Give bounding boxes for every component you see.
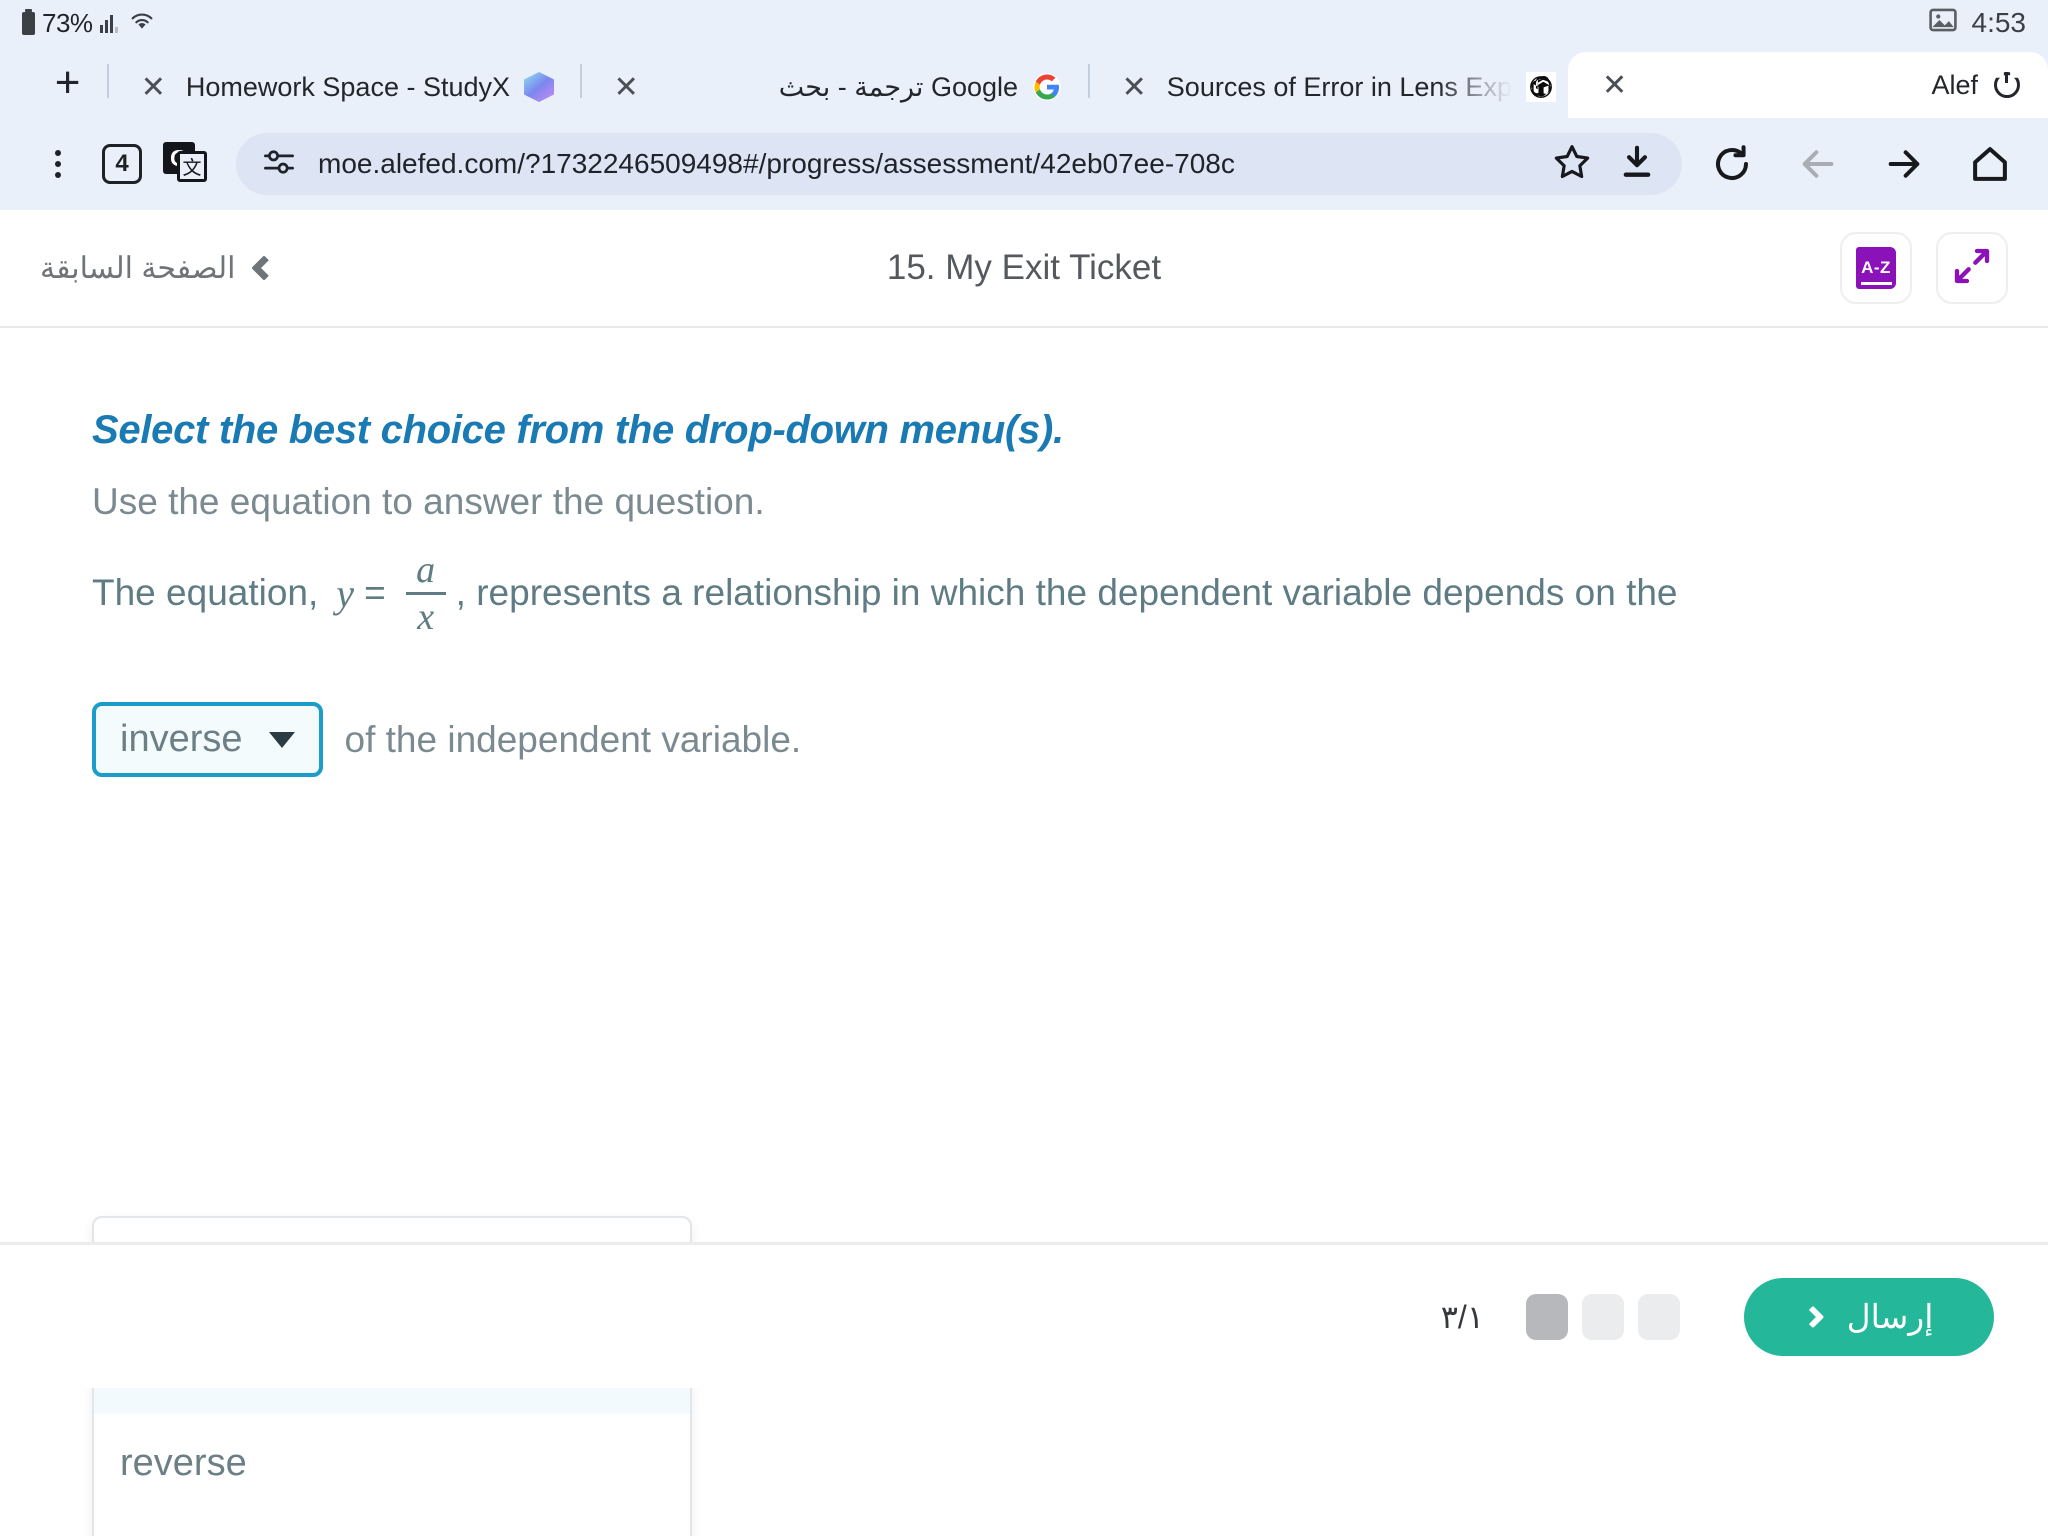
question-footer: ٣/١ إرسال <box>0 1242 2048 1388</box>
tab-title: Homework Space - StudyX <box>185 71 511 102</box>
stem-after: , represents a relationship in which the… <box>455 572 1678 614</box>
browser-tab-homework-space[interactable]: ✕ Homework Space - StudyX <box>123 56 566 118</box>
previous-page-label: الصفحة السابقة <box>40 251 236 285</box>
tab-divider <box>1088 64 1090 98</box>
chevron-right-icon <box>1801 1305 1824 1328</box>
dropdown-selected-value: inverse <box>120 718 243 760</box>
tab-strip: + ✕ Homework Space - StudyX ✕ ترجمة - بح… <box>0 46 2048 118</box>
fraction-denominator: x <box>417 596 435 638</box>
az-dictionary-button[interactable]: A-Z <box>1840 232 1912 304</box>
translate-icon[interactable]: G 文 <box>154 132 218 196</box>
browser-toolbar: 4 G 文 moe.alefed.com/?1732246509498#/pro… <box>0 118 2048 210</box>
signal-bars-icon <box>99 13 118 33</box>
close-icon[interactable]: ✕ <box>1116 70 1153 105</box>
progress-dots <box>1526 1293 1680 1340</box>
close-icon[interactable]: ✕ <box>135 70 172 105</box>
status-bar: 73% 4:53 <box>0 0 2048 46</box>
progress-dot[interactable] <box>1526 1293 1568 1340</box>
dropdown-option-square[interactable]: square <box>94 1512 690 1536</box>
star-icon[interactable] <box>1552 142 1592 187</box>
dropdown-option-reverse[interactable]: reverse <box>94 1414 690 1512</box>
tab-title: Alef <box>1931 69 1978 100</box>
tab-title: ترجمة - بحث Google <box>778 71 1019 102</box>
tab-divider <box>107 64 109 98</box>
alef-power-favicon <box>1993 72 2020 98</box>
browser-tab-alef[interactable]: ✕ Alef <box>1567 52 2048 118</box>
header-actions: A-Z <box>1840 232 2008 304</box>
fullscreen-button[interactable] <box>1936 232 2008 304</box>
answer-row: inverse of the independent variable. <box>92 702 1956 777</box>
clock: 4:53 <box>1971 7 2027 38</box>
question-content: Select the best choice from the drop-dow… <box>0 328 2048 1536</box>
tab-title: Sources of Error in Lens Exp <box>1166 71 1512 102</box>
arrow-right-icon[interactable] <box>1872 132 1936 196</box>
question-instruction: Select the best choice from the drop-dow… <box>92 408 1064 452</box>
google-favicon <box>1032 72 1062 102</box>
chevron-down-icon <box>268 731 295 748</box>
studyx-favicon <box>524 72 555 102</box>
answer-dropdown-trigger[interactable]: inverse <box>92 702 323 777</box>
browser-tab-google-translate[interactable]: ✕ ترجمة - بحث Google <box>596 56 1074 118</box>
wifi-icon <box>127 8 157 39</box>
trailing-text: of the independent variable. <box>344 718 802 760</box>
page-header: الصفحة السابقة 15. My Exit Ticket A-Z <box>0 210 2048 328</box>
tune-icon[interactable] <box>262 147 296 182</box>
equation-lhs: y <box>336 570 355 616</box>
battery-icon <box>22 8 35 35</box>
download-icon[interactable] <box>1618 143 1656 186</box>
fraction-numerator: a <box>416 549 436 591</box>
tab-count-button[interactable]: 4 <box>90 132 154 196</box>
openai-favicon <box>1525 72 1556 102</box>
status-bar-right: 4:53 <box>1928 7 2027 40</box>
kebab-menu-icon[interactable] <box>26 132 90 196</box>
status-bar-left: 73% <box>22 8 157 39</box>
question-subinstruction: Use the equation to answer the question. <box>92 481 765 522</box>
arrow-left-icon[interactable] <box>1786 132 1850 196</box>
reload-icon[interactable] <box>1700 132 1764 196</box>
stem-before: The equation, <box>92 572 319 614</box>
az-dictionary-icon: A-Z <box>1856 247 1896 289</box>
equation-equals: = <box>364 572 386 614</box>
expand-icon <box>1952 246 1992 291</box>
previous-page-button[interactable]: الصفحة السابقة <box>40 251 278 286</box>
browser-chrome: 73% 4:53 + ✕ Homework Space - StudyX ✕ ت… <box>0 0 2048 210</box>
url-input[interactable]: moe.alefed.com/?1732246509498#/progress/… <box>318 148 1530 180</box>
page-title: 15. My Exit Ticket <box>886 248 1162 287</box>
question-stem: The equation, y = a x , represents a rel… <box>92 551 1956 636</box>
page-counter: ٣/١ <box>1440 1298 1484 1335</box>
new-tab-button[interactable]: + <box>42 52 93 114</box>
submit-label: إرسال <box>1846 1298 1934 1335</box>
address-bar[interactable]: moe.alefed.com/?1732246509498#/progress/… <box>236 133 1682 195</box>
battery-percent: 73% <box>42 7 93 38</box>
equation-fraction: a x <box>405 549 446 638</box>
chevron-left-icon <box>251 255 278 281</box>
progress-dot[interactable] <box>1638 1293 1680 1340</box>
submit-button[interactable]: إرسال <box>1744 1277 1994 1356</box>
browser-tab-sources-of-error[interactable]: ✕ Sources of Error in Lens Exp <box>1104 56 1568 118</box>
close-icon[interactable]: ✕ <box>608 70 645 105</box>
close-icon[interactable]: ✕ <box>1596 68 1633 103</box>
image-icon <box>1928 7 1958 40</box>
tab-divider <box>580 64 582 98</box>
home-icon[interactable] <box>1958 132 2022 196</box>
progress-dot[interactable] <box>1582 1293 1624 1340</box>
